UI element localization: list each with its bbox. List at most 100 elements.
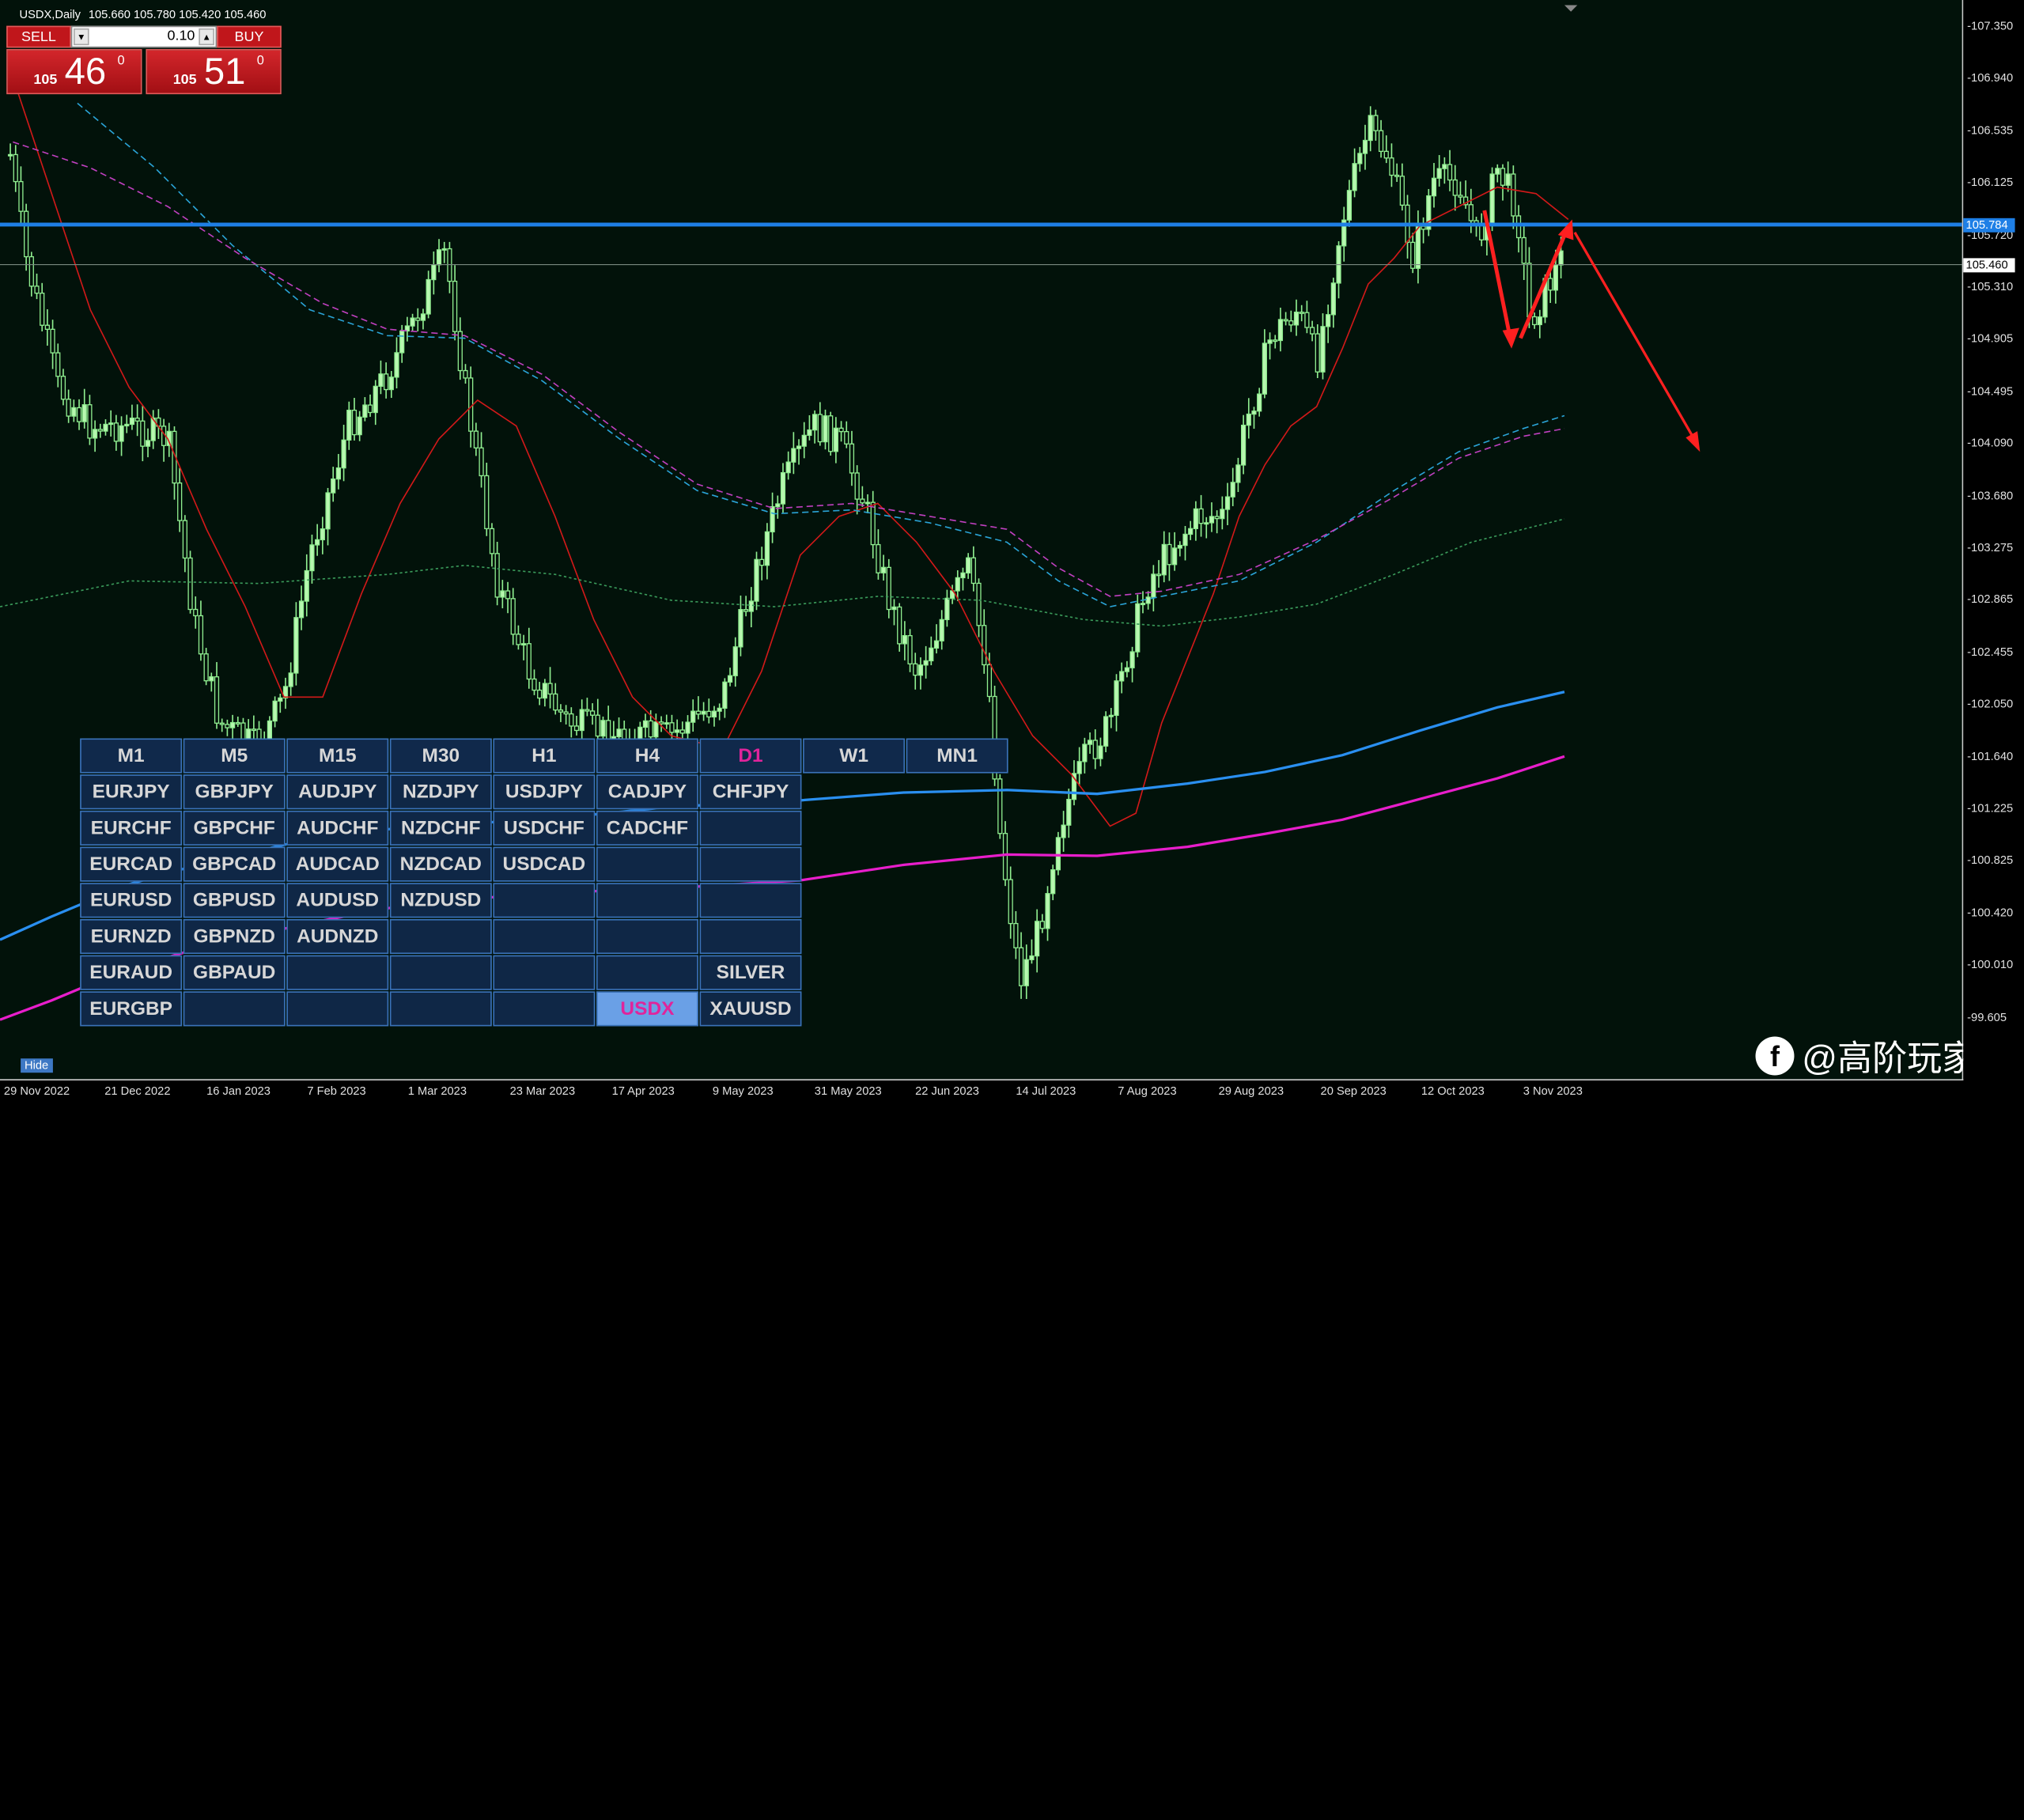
lot-size-field[interactable]: ▼ 0.10 ▲ — [70, 25, 218, 48]
candle-body — [198, 615, 204, 655]
symbol-silver-button[interactable]: SILVER — [699, 955, 802, 990]
candle-body — [547, 683, 553, 695]
candle-body — [595, 714, 600, 737]
symbol-nzdcad-button[interactable]: NZDCAD — [389, 846, 492, 882]
lot-size-value[interactable]: 0.10 — [167, 28, 195, 44]
arrow-down-short[interactable] — [1482, 210, 1519, 349]
candle-body — [1224, 496, 1231, 510]
symbol-eurjpy-button[interactable]: EURJPY — [80, 774, 183, 810]
symbol-eurchf-button[interactable]: EURCHF — [80, 810, 183, 846]
hide-button[interactable]: Hide — [21, 1058, 53, 1073]
symbol-gbpaud-button[interactable]: GBPAUD — [183, 955, 286, 990]
candle-body — [1283, 319, 1288, 322]
symbol-gbpusd-button[interactable]: GBPUSD — [183, 883, 286, 918]
scroll-marker-icon[interactable] — [1564, 5, 1578, 12]
candle-body — [732, 646, 738, 676]
symbol-eurnzd-button[interactable]: EURNZD — [80, 918, 183, 955]
candle-body — [970, 557, 976, 585]
timeframe-d1-button[interactable]: D1 — [699, 738, 802, 774]
time-label: 20 Sep 2023 — [1320, 1084, 1387, 1098]
symbol-empty-cell — [389, 991, 492, 1027]
candle-body — [1458, 195, 1463, 198]
candle-body — [187, 557, 193, 611]
candle-body — [426, 278, 431, 315]
symbol-audchf-button[interactable]: AUDCHF — [286, 810, 389, 846]
candle-body — [653, 721, 659, 738]
sell-price-fraction: 0 — [117, 54, 125, 69]
symbol-nzdchf-button[interactable]: NZDCHF — [389, 810, 492, 846]
symbol-gbpjpy-button[interactable]: GBPJPY — [183, 774, 286, 810]
symbol-audnzd-button[interactable]: AUDNZD — [286, 918, 389, 955]
candle-body — [229, 721, 236, 728]
symbol-xauusd-button[interactable]: XAUUSD — [699, 991, 802, 1027]
arrow-down-long[interactable] — [1573, 231, 1701, 452]
sell-price-button[interactable]: 105 46 0 — [6, 49, 142, 95]
timeframe-h4-button[interactable]: H4 — [596, 738, 698, 774]
buy-price-pips: 51 — [203, 51, 246, 93]
candle-body — [346, 410, 352, 441]
symbol-euraud-button[interactable]: EURAUD — [80, 955, 183, 990]
symbol-usdjpy-button[interactable]: USDJPY — [493, 774, 596, 810]
timeframe-m5-button[interactable]: M5 — [183, 738, 286, 774]
candle-body — [1288, 320, 1294, 326]
symbol-gbpcad-button[interactable]: GBPCAD — [183, 846, 286, 882]
price-label: -100.420 — [1967, 906, 2014, 919]
symbol-eurusd-button[interactable]: EURUSD — [80, 883, 183, 918]
buy-price-button[interactable]: 105 51 0 — [146, 49, 282, 95]
watermark-text: @高阶玩家 — [1802, 1039, 1977, 1078]
timeframe-m1-button[interactable]: M1 — [80, 738, 183, 774]
candle-body — [823, 415, 828, 443]
symbol-nzdusd-button[interactable]: NZDUSD — [389, 883, 492, 918]
symbol-usdchf-button[interactable]: USDCHF — [493, 810, 596, 846]
ma-cyan-dashed-line — [77, 102, 1565, 607]
candle-body — [897, 606, 902, 645]
candle-body — [955, 577, 960, 592]
symbol-audjpy-button[interactable]: AUDJPY — [286, 774, 389, 810]
time-label: 31 May 2023 — [814, 1084, 882, 1098]
timeframe-h1-button[interactable]: H1 — [493, 738, 596, 774]
candle-body — [24, 210, 29, 258]
price-label: -107.350 — [1967, 19, 2014, 32]
candle-body — [436, 249, 442, 266]
candle-body — [1129, 651, 1135, 668]
candle-body — [1421, 225, 1426, 230]
candle-body — [785, 461, 791, 474]
candle-body — [304, 569, 309, 602]
symbol-switcher-grid: M1 M5 M15 M30 H1 H4 D1 W1 MN1 EURJPY GBPJPY AUDJPY N… — [80, 738, 1015, 1031]
symbol-usdx-button[interactable]: USDX — [596, 991, 698, 1027]
symbol-empty-cell — [493, 883, 596, 918]
timeframe-m15-button[interactable]: M15 — [286, 738, 389, 774]
symbol-eurgbp-button[interactable]: EURGBP — [80, 991, 183, 1027]
candle-body — [817, 414, 823, 443]
candle-body — [325, 492, 331, 530]
symbol-gbpnzd-button[interactable]: GBPNZD — [183, 918, 286, 955]
candle-body — [1140, 603, 1146, 606]
candle-body — [881, 566, 887, 573]
time-axis[interactable]: 29 Nov 2022 21 Dec 2022 16 Jan 2023 7 Feb 2… — [0, 1080, 1962, 1103]
lot-increase-icon[interactable]: ▲ — [199, 28, 214, 46]
candle-body — [1087, 740, 1093, 745]
symbol-cadjpy-button[interactable]: CADJPY — [596, 774, 698, 810]
symbol-gbpchf-button[interactable]: GBPCHF — [183, 810, 286, 846]
candle-body — [933, 640, 940, 649]
timeframe-m30-button[interactable]: M30 — [389, 738, 492, 774]
buy-button[interactable]: BUY — [217, 25, 282, 48]
price-axis[interactable]: -107.350 -106.940 -106.535 -106.125 -105.720… — [1963, 0, 2015, 1080]
symbol-nzdjpy-button[interactable]: NZDJPY — [389, 774, 492, 810]
candle-body — [775, 503, 781, 508]
candle-body — [357, 416, 362, 436]
timeframe-mn1-button[interactable]: MN1 — [906, 738, 1008, 774]
symbol-cadchf-button[interactable]: CADCHF — [596, 810, 698, 846]
candle-body — [876, 543, 881, 573]
symbol-audusd-button[interactable]: AUDUSD — [286, 883, 389, 918]
symbol-audcad-button[interactable]: AUDCAD — [286, 846, 389, 882]
symbol-usdcad-button[interactable]: USDCAD — [493, 846, 596, 882]
symbol-chfjpy-button[interactable]: CHFJPY — [699, 774, 802, 810]
time-label: 29 Aug 2023 — [1218, 1084, 1284, 1098]
chart-area[interactable]: USDX,Daily 105.660 105.780 105.420 105.46… — [0, 0, 1977, 1080]
candle-body — [1172, 547, 1178, 566]
lot-decrease-icon[interactable]: ▼ — [74, 28, 89, 46]
symbol-eurcad-button[interactable]: EURCAD — [80, 846, 183, 882]
timeframe-w1-button[interactable]: W1 — [803, 738, 906, 774]
sell-button[interactable]: SELL — [6, 25, 71, 48]
